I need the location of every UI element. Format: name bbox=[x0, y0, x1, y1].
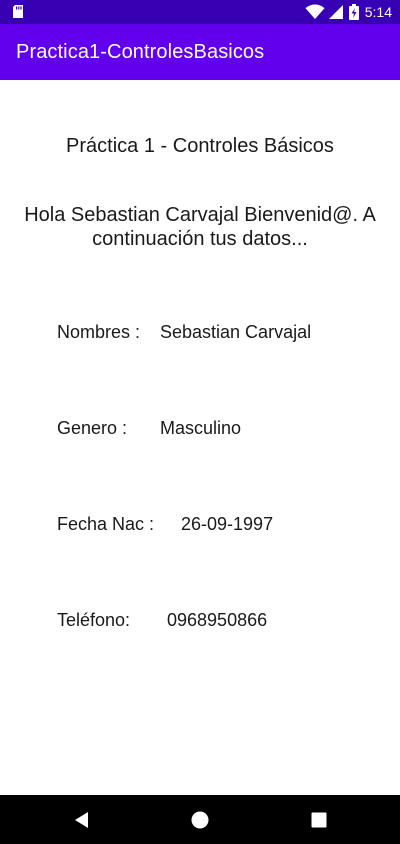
wifi-icon bbox=[305, 4, 325, 19]
genero-label: Genero : bbox=[57, 418, 128, 438]
genero-value: Masculino bbox=[160, 418, 242, 438]
telefono-label: Teléfono: bbox=[57, 610, 131, 630]
battery-charging-icon bbox=[348, 4, 359, 20]
page-heading: Práctica 1 - Controles Básicos bbox=[66, 135, 334, 157]
main-content: Práctica 1 - Controles Básicos Hola Seba… bbox=[0, 80, 400, 795]
nombres-label: Nombres : bbox=[57, 322, 141, 342]
sd-card-icon bbox=[13, 5, 23, 18]
telefono-value: 0968950866 bbox=[167, 610, 268, 630]
status-bar: 5:14 bbox=[0, 0, 400, 24]
home-icon[interactable] bbox=[189, 809, 211, 831]
fecha-nac-value: 26-09-1997 bbox=[181, 514, 274, 534]
fecha-nac-label: Fecha Nac : bbox=[57, 514, 155, 534]
status-time: 5:14 bbox=[364, 4, 392, 20]
app-bar: Practica1-ControlesBasicos bbox=[0, 24, 400, 80]
back-icon[interactable] bbox=[71, 809, 93, 831]
navigation-bar bbox=[0, 795, 400, 844]
app-title: Practica1-ControlesBasicos bbox=[16, 41, 265, 63]
nombres-value: Sebastian Carvajal bbox=[160, 322, 312, 342]
signal-icon bbox=[328, 5, 343, 19]
status-icons: 5:14 bbox=[305, 3, 392, 21]
recents-icon[interactable] bbox=[308, 809, 330, 831]
greeting-text: Hola Sebastian Carvajal Bienvenid@. A co… bbox=[24, 204, 376, 250]
